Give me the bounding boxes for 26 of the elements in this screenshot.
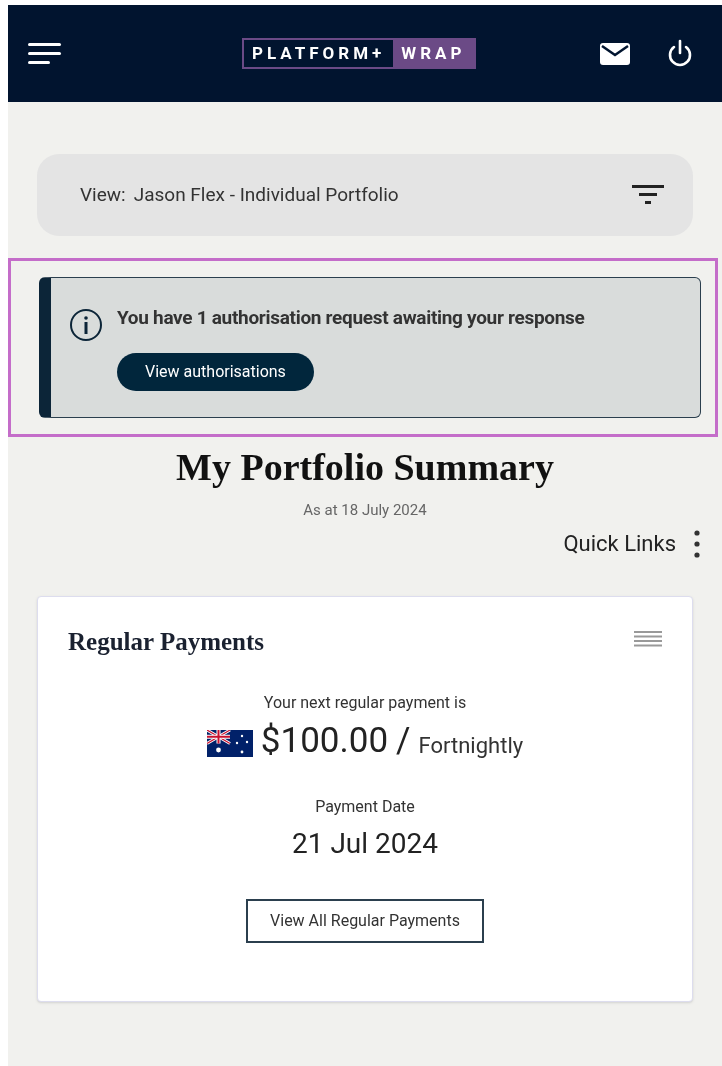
card-title: Regular Payments: [68, 627, 265, 657]
payment-date: 21 Jul 2024: [292, 825, 438, 862]
logo-text: PLATFORM+: [251, 41, 387, 65]
list-icon[interactable]: [634, 631, 662, 649]
mail-icon[interactable]: [600, 42, 630, 65]
amount-separator: /: [396, 720, 411, 761]
payment-amount: $100.00: [260, 720, 389, 761]
filter-icon[interactable]: [632, 184, 664, 206]
power-icon[interactable]: [666, 38, 694, 69]
view-label: View:: [80, 181, 126, 208]
menu-icon[interactable]: [28, 40, 62, 67]
view-value: Jason Flex - Individual Portfolio: [133, 181, 399, 208]
logo-text: WRAP: [393, 39, 474, 68]
page-title: My Portfolio Summary: [175, 444, 555, 490]
quick-links[interactable]: Quick Links: [563, 527, 676, 560]
payment-date-label: Payment Date: [315, 795, 415, 818]
australian-flag-icon: [206, 729, 253, 757]
more-icon[interactable]: [694, 528, 700, 559]
view-authorisations-button[interactable]: View authorisations: [117, 352, 314, 391]
alert-message: You have 1 authorisation request awaiting your response: [117, 305, 585, 331]
info-icon: [69, 308, 103, 342]
as-at-date: As at 18 July 2024: [303, 499, 427, 521]
payment-intro: Your next regular payment is: [263, 691, 467, 714]
payment-frequency: Fortnightly: [418, 731, 524, 760]
view-selector[interactable]: View: Jason Flex - Individual Portfolio: [37, 154, 693, 236]
view-all-payments-button[interactable]: View All Regular Payments: [246, 898, 484, 943]
